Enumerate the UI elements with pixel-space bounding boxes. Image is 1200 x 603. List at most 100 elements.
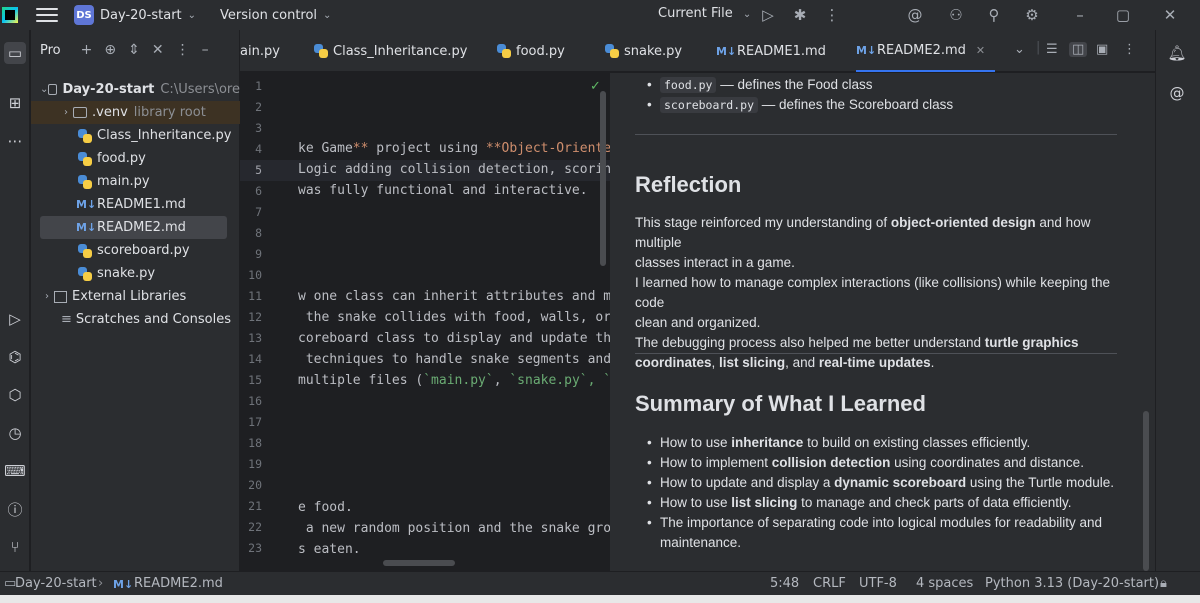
line-number[interactable]: 2	[240, 100, 262, 114]
tab-label: food.py	[516, 43, 565, 59]
tab-class-inheritance[interactable]: Class_Inheritance.py	[314, 30, 468, 72]
line-number[interactable]: 18	[240, 436, 262, 450]
lock-icon[interactable]: 🔒︎	[1160, 576, 1167, 591]
minimize-icon[interactable]: –	[1070, 5, 1090, 25]
tab-main[interactable]: ain.py	[240, 30, 280, 72]
tree-item-venv[interactable]: › .venv library root	[31, 101, 240, 124]
more-vertical-icon[interactable]: ⋮	[1123, 42, 1136, 57]
list-item-text: — defines the Scoreboard class	[758, 97, 954, 112]
folder-icon	[48, 84, 58, 95]
editor-horizontal-scrollbar[interactable]	[383, 560, 455, 566]
version-control-menu[interactable]: Version control	[220, 8, 317, 23]
close-tab-icon[interactable]: ✕	[976, 44, 985, 57]
inspection-ok-icon[interactable]: ✓	[590, 79, 601, 94]
breadcrumb-project[interactable]: Day-20-start	[15, 576, 97, 591]
line-number[interactable]: 13	[240, 331, 262, 345]
caret-position[interactable]: 5:48	[770, 576, 799, 591]
tree-item-class-inheritance[interactable]: Class_Inheritance.py	[31, 124, 240, 147]
run-tool-icon[interactable]: ▷	[4, 308, 26, 330]
line-number[interactable]: 11	[240, 289, 262, 303]
tree-item-main[interactable]: main.py	[31, 170, 240, 193]
tree-item-external-libraries[interactable]: › External Libraries	[31, 285, 240, 308]
project-folder-icon[interactable]: ▭	[4, 42, 26, 64]
line-number[interactable]: 6	[240, 184, 262, 198]
line-number[interactable]: 10	[240, 268, 262, 282]
line-number[interactable]: 21	[240, 499, 262, 513]
breadcrumb-file[interactable]: README2.md	[134, 576, 223, 591]
markdown-file-icon: M↓	[76, 221, 97, 234]
preview-only-icon[interactable]: ▣	[1096, 42, 1108, 57]
tree-item-scoreboard[interactable]: scoreboard.py	[31, 239, 240, 262]
run-icon[interactable]: ▷	[758, 5, 778, 25]
line-number[interactable]: 15	[240, 373, 262, 387]
project-badge[interactable]: DS	[74, 5, 94, 25]
problems-icon[interactable]: ⓘ	[4, 498, 26, 520]
indent-setting[interactable]: 4 spaces	[916, 576, 973, 591]
add-icon[interactable]: +	[81, 42, 93, 58]
more-vertical-icon[interactable]: ⋮	[176, 42, 190, 58]
line-number[interactable]: 22	[240, 520, 262, 534]
maximize-icon[interactable]: ▢	[1113, 5, 1133, 25]
git-icon[interactable]: ⑂	[4, 536, 26, 558]
line-number[interactable]: 12	[240, 310, 262, 324]
ai-assistant-icon[interactable]: @	[905, 5, 925, 25]
run-config-selector[interactable]: Current File ⌄	[658, 6, 751, 21]
tree-item-readme2[interactable]: M↓ README2.md	[40, 216, 227, 239]
debug-icon[interactable]: ✱	[790, 5, 810, 25]
services-icon[interactable]: ◷	[4, 422, 26, 444]
gear-icon[interactable]: ⚙	[1022, 5, 1042, 25]
preview-vertical-scrollbar[interactable]	[1143, 411, 1149, 571]
line-number[interactable]: 4	[240, 142, 262, 156]
tree-item-scratches[interactable]: ≡ Scratches and Consoles	[31, 308, 240, 331]
tree-item-food[interactable]: food.py	[31, 147, 240, 170]
hide-panel-icon[interactable]: –	[202, 42, 209, 58]
line-number[interactable]: 9	[240, 247, 262, 261]
python-console-icon[interactable]: ⌬	[4, 346, 26, 368]
line-number[interactable]: 3	[240, 121, 262, 135]
structure-icon[interactable]: ⊞	[4, 92, 26, 114]
line-number[interactable]: 17	[240, 415, 262, 429]
line-number[interactable]: 23	[240, 541, 262, 555]
more-vertical-icon[interactable]: ⋮	[822, 5, 842, 25]
python-interpreter[interactable]: Python 3.13 (Day-20-start)	[985, 576, 1159, 591]
add-user-icon[interactable]: ⚇	[946, 5, 966, 25]
tab-food[interactable]: food.py	[497, 30, 565, 72]
main-menu-icon[interactable]	[36, 8, 58, 22]
tab-readme1[interactable]: M↓ README1.md	[716, 30, 826, 72]
line-number[interactable]: 16	[240, 394, 262, 408]
code-editor[interactable]: ✓ 1 2 3 4 5 6 7 8 9 10 11 12 13 14 15 16 17 18 19 20 21 22 23 …	[240, 73, 610, 571]
editor-vertical-scrollbar[interactable]	[600, 91, 606, 266]
expand-all-icon[interactable]: ⇕	[128, 42, 140, 58]
ai-chat-icon[interactable]: @	[1166, 82, 1188, 104]
close-panel-icon[interactable]: ✕	[152, 42, 164, 58]
search-icon[interactable]: ⚲	[984, 5, 1004, 25]
root-folder-path: C:\Users\ore	[160, 82, 240, 97]
line-number[interactable]: 8	[240, 226, 262, 240]
line-number[interactable]: 5	[240, 163, 262, 177]
line-number[interactable]: 1	[240, 79, 262, 93]
line-number[interactable]: 14	[240, 352, 262, 366]
inline-code: scoreboard.py	[660, 97, 759, 113]
editor-only-icon[interactable]: ☰	[1046, 42, 1058, 57]
tree-item-readme1[interactable]: M↓ README1.md	[31, 193, 240, 216]
line-number[interactable]: 19	[240, 457, 262, 471]
more-horizontal-icon[interactable]: ⋯	[4, 130, 26, 152]
tree-item-label: Class_Inheritance.py	[97, 128, 232, 143]
tree-root[interactable]: ⌄ Day-20-start C:\Users\ore	[31, 78, 240, 101]
project-switcher[interactable]: Day-20-start	[100, 8, 182, 23]
close-icon[interactable]: ✕	[1160, 5, 1180, 25]
tab-readme2[interactable]: M↓ README2.md ✕	[856, 30, 996, 72]
line-number[interactable]: 20	[240, 478, 262, 492]
editor-and-preview-icon[interactable]: ◫	[1069, 42, 1088, 57]
project-panel-title[interactable]: Pro	[40, 43, 61, 58]
notifications-bell-icon[interactable]: 🔔︎	[1166, 42, 1188, 64]
terminal-icon[interactable]: ⌨	[4, 460, 26, 482]
line-number[interactable]: 7	[240, 205, 262, 219]
tab-snake[interactable]: snake.py	[605, 30, 682, 72]
line-ending[interactable]: CRLF	[813, 576, 846, 591]
tree-item-snake[interactable]: snake.py	[31, 262, 240, 285]
file-encoding[interactable]: UTF-8	[859, 576, 897, 591]
python-packages-icon[interactable]: ⬡	[4, 384, 26, 406]
tab-list-chevron-icon[interactable]: ⌄	[1014, 42, 1025, 57]
locate-icon[interactable]: ⊕	[104, 42, 116, 58]
